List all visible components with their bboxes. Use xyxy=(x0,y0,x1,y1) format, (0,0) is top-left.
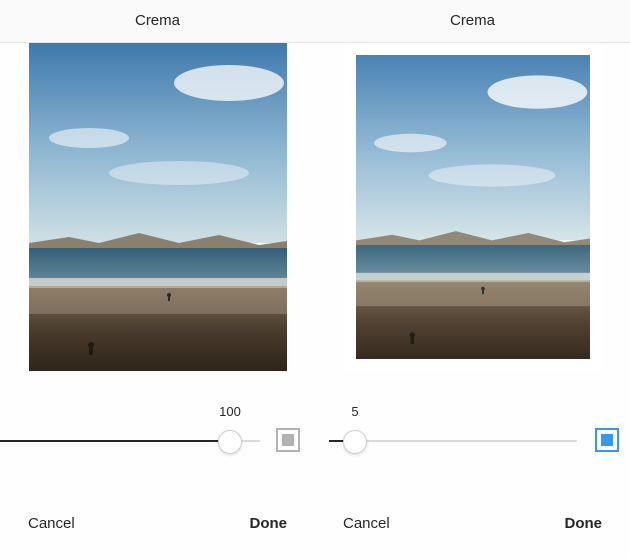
frame-icon xyxy=(276,428,300,452)
footer-bar: Cancel Done xyxy=(0,487,315,559)
slider-track-filled xyxy=(0,440,230,442)
intensity-slider-area: 100 xyxy=(0,388,315,488)
photo-preview-area xyxy=(315,43,630,388)
done-button[interactable]: Done xyxy=(250,515,288,532)
filter-name-header: Crema xyxy=(0,0,315,43)
photo-preview-area xyxy=(0,43,315,388)
intensity-slider-area: 5 xyxy=(315,388,630,488)
filter-name-label: Crema xyxy=(135,12,180,29)
filter-edit-panel-left: Crema xyxy=(0,0,315,559)
filter-edit-panel-right: Crema xyxy=(315,0,630,559)
beach-photo xyxy=(29,43,287,371)
cancel-button[interactable]: Cancel xyxy=(28,515,75,532)
intensity-slider-thumb[interactable] xyxy=(218,430,242,454)
done-button[interactable]: Done xyxy=(565,515,603,532)
filter-name-header: Crema xyxy=(315,0,630,43)
footer-bar: Cancel Done xyxy=(315,487,630,559)
intensity-value: 100 xyxy=(219,404,241,419)
photo-preview[interactable] xyxy=(29,43,287,371)
frame-icon xyxy=(595,428,619,452)
frame-toggle-button[interactable] xyxy=(595,428,619,452)
filter-name-label: Crema xyxy=(450,12,495,29)
slider-track-empty xyxy=(355,440,577,442)
photo-preview-framed[interactable] xyxy=(344,43,602,371)
cancel-button[interactable]: Cancel xyxy=(343,515,390,532)
beach-photo xyxy=(356,55,590,359)
intensity-value: 5 xyxy=(351,404,358,419)
intensity-slider-thumb[interactable] xyxy=(343,430,367,454)
frame-toggle-button[interactable] xyxy=(276,428,300,452)
